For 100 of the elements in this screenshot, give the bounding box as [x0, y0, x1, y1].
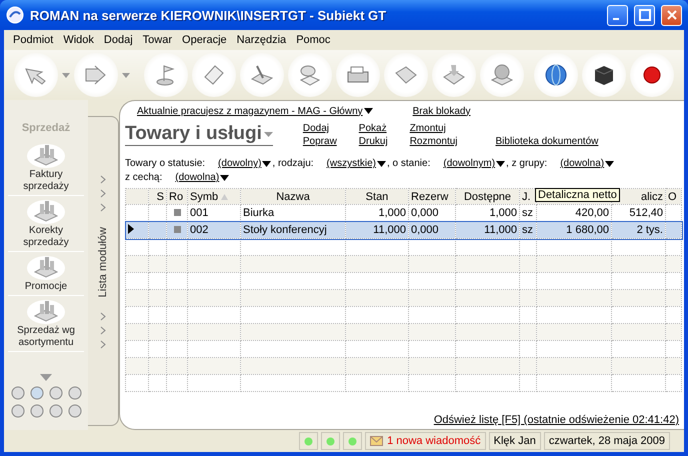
- column-header[interactable]: Ro: [166, 188, 188, 204]
- maximize-icon: [638, 9, 650, 21]
- shortcut-icon[interactable]: [10, 385, 26, 400]
- stamp-button[interactable]: [288, 53, 332, 97]
- column-header[interactable]: [126, 188, 148, 204]
- shortcut-icon[interactable]: [28, 403, 44, 418]
- table-cell: 002: [188, 222, 240, 238]
- exit-button[interactable]: [630, 53, 674, 97]
- table-cell: Stoły konferencyj: [240, 222, 346, 238]
- module-item[interactable]: Korekty sprzedaży: [8, 196, 84, 252]
- action-link[interactable]: Drukuj: [358, 136, 388, 147]
- table-cell: [148, 222, 166, 238]
- menu-item[interactable]: Dodaj: [98, 34, 138, 46]
- app-logo-icon: [6, 6, 24, 24]
- menu-item[interactable]: Widok: [58, 34, 99, 46]
- column-header[interactable]: J.: [520, 188, 536, 204]
- table-row[interactable]: 002 Stoły konferencyj 11,000 0,000 11,000 sz 1 680,00 2 tys.: [126, 222, 682, 238]
- menu-item[interactable]: Operacje: [177, 34, 232, 46]
- document-button[interactable]: [192, 53, 236, 97]
- module-item[interactable]: Promocje: [8, 252, 84, 296]
- action-link[interactable]: Zmontuj: [410, 123, 458, 134]
- filter-label: Towary o statusie:: [125, 158, 206, 169]
- table-cell: 1 680,00: [536, 222, 612, 238]
- menu-item[interactable]: Towar: [138, 34, 178, 46]
- internet-button[interactable]: [534, 53, 578, 97]
- table-cell: sz: [520, 222, 536, 238]
- status-light-icon: [326, 436, 336, 446]
- filter-dropdown[interactable]: (dowolna): [560, 158, 614, 169]
- column-header[interactable]: Stan: [346, 188, 408, 204]
- menu-item[interactable]: Narzędzia: [232, 34, 292, 46]
- filter-dropdown[interactable]: (dowolnym): [443, 158, 506, 169]
- warehouse-dropdown[interactable]: Aktualnie pracujesz z magazynem - MAG - Główny: [137, 106, 373, 116]
- minimize-icon: [613, 18, 619, 20]
- globe-button[interactable]: [480, 53, 524, 97]
- column-header[interactable]: S: [148, 188, 166, 204]
- filter-label: , z grupy:: [506, 158, 548, 169]
- caret-icon: [262, 160, 272, 166]
- module-item[interactable]: Faktury sprzedaży: [8, 140, 84, 196]
- caret-icon: [364, 108, 373, 114]
- shortcut-icon[interactable]: [28, 385, 44, 400]
- column-header[interactable]: O: [666, 188, 682, 204]
- scroll-down-icon[interactable]: [40, 374, 52, 381]
- minimize-button[interactable]: [607, 4, 628, 26]
- current-row-icon: [128, 224, 134, 234]
- caret-icon: [605, 160, 614, 166]
- sidebar-title: Sprzedaż: [20, 122, 72, 134]
- filter-dropdown[interactable]: (wszystkie): [326, 158, 386, 169]
- caret-icon[interactable]: [122, 72, 130, 78]
- module-item[interactable]: Sprzedaż wg asortymentu: [8, 296, 84, 352]
- module-list-tab[interactable]: Lista modułów: [88, 116, 119, 426]
- table-cell: 2 tys.: [612, 222, 666, 238]
- close-button[interactable]: [661, 4, 682, 26]
- shortcut-icon[interactable]: [48, 403, 64, 418]
- shortcut-icon[interactable]: [48, 385, 64, 400]
- action-link[interactable]: Popraw: [302, 136, 337, 147]
- table-cell: [666, 222, 682, 238]
- flag-button[interactable]: [144, 53, 188, 97]
- caret-icon: [220, 174, 230, 180]
- import-button[interactable]: [432, 53, 476, 97]
- shortcut-icon[interactable]: [66, 403, 82, 418]
- edit-icon: [249, 63, 275, 87]
- sort-icon: [221, 194, 228, 200]
- print-button[interactable]: [336, 53, 380, 97]
- caret-icon: [264, 132, 273, 136]
- action-link[interactable]: Biblioteka dokumentów: [496, 136, 598, 147]
- lock-link[interactable]: Brak blokady: [412, 106, 470, 116]
- menu-item[interactable]: Pomoc: [291, 34, 336, 46]
- shortcut-icon[interactable]: [10, 403, 26, 418]
- filter-dropdown[interactable]: (dowolny): [218, 158, 272, 169]
- internet-icon: [543, 63, 569, 87]
- menu-item[interactable]: Podmiot: [8, 34, 58, 46]
- back-button[interactable]: [14, 53, 58, 97]
- cube-button[interactable]: [582, 53, 626, 97]
- import-icon: [441, 63, 467, 87]
- status-light-icon: [348, 436, 358, 446]
- filter-label: z cechą:: [125, 172, 162, 183]
- tooltip: Detaliczna netto: [535, 188, 620, 202]
- filter-label: , rodzaju:: [272, 158, 314, 169]
- refresh-link[interactable]: Odśwież listę [F5] (ostatnie odświeżenie 02:41:42): [434, 414, 679, 426]
- filter-dropdown[interactable]: (dowolna): [175, 172, 230, 183]
- globe-icon: [489, 63, 515, 87]
- shortcut-icon[interactable]: [66, 385, 82, 400]
- maximize-button[interactable]: [634, 4, 655, 26]
- view-title-dropdown[interactable]: Towary i usługi: [125, 123, 273, 146]
- table-cell: 0,000: [408, 222, 456, 238]
- table-row[interactable]: 001 Biurka 1,000 0,000 1,000 sz 420,00 512,40: [126, 204, 682, 222]
- edit-button[interactable]: [240, 53, 284, 97]
- square-icon: [174, 226, 181, 233]
- arrow-button[interactable]: [384, 53, 428, 97]
- action-link[interactable]: Rozmontuj: [410, 136, 458, 147]
- column-header[interactable]: Dostępne: [456, 188, 520, 204]
- column-header[interactable]: Nazwa: [240, 188, 346, 204]
- forward-button[interactable]: [74, 53, 118, 97]
- action-link[interactable]: Pokaż: [358, 123, 388, 134]
- user-name: Klęk Jan: [488, 432, 541, 450]
- column-header[interactable]: Rezerw: [408, 188, 456, 204]
- caret-icon[interactable]: [62, 72, 70, 78]
- caret-icon: [377, 160, 386, 166]
- action-link[interactable]: Dodaj: [302, 123, 337, 134]
- column-header[interactable]: Symb: [188, 188, 240, 204]
